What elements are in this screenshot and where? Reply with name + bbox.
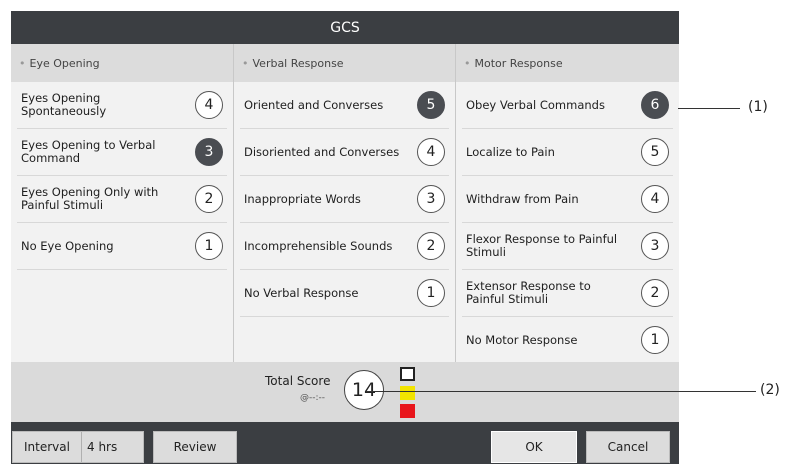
option-label: Withdraw from Pain xyxy=(466,191,579,206)
option-verbal-4[interactable]: Disoriented and Converses 4 xyxy=(240,129,449,176)
column-header-motor-response: • Motor Response xyxy=(456,44,679,82)
score-badge: 4 xyxy=(641,185,669,213)
total-score-panel: Total Score @--:-- 14 xyxy=(11,362,679,422)
column-header-label: Motor Response xyxy=(474,56,563,70)
option-motor-5[interactable]: Localize to Pain 5 xyxy=(462,129,673,176)
score-badge: 2 xyxy=(641,279,669,307)
option-label: Oriented and Converses xyxy=(244,97,384,112)
option-verbal-1[interactable]: No Verbal Response 1 xyxy=(240,270,449,317)
option-label: Flexor Response to Painful Stimuli xyxy=(466,232,618,259)
option-motor-1[interactable]: No Motor Response 1 xyxy=(462,317,673,364)
option-motor-2[interactable]: Extensor Response to Painful Stimuli 2 xyxy=(462,270,673,317)
option-label: Disoriented and Converses xyxy=(244,144,400,159)
callout-line-1 xyxy=(678,108,740,109)
total-score-time: @--:-- xyxy=(300,393,326,403)
score-badge: 2 xyxy=(195,185,223,213)
option-verbal-3[interactable]: Inappropriate Words 3 xyxy=(240,176,449,223)
score-badge-selected: 6 xyxy=(641,91,669,119)
eye-opening-column: • Eye Opening Eyes Opening Spontaneously… xyxy=(11,44,234,372)
option-label: Eyes Opening to Verbal Command xyxy=(21,138,156,165)
score-badge: 1 xyxy=(417,279,445,307)
button-bar: Interval 4 hrs Review OK Cancel xyxy=(11,422,679,464)
score-badge: 1 xyxy=(641,326,669,354)
option-eye-4[interactable]: Eyes Opening Spontaneously 4 xyxy=(17,82,227,129)
option-eye-1[interactable]: No Eye Opening 1 xyxy=(17,223,227,270)
level-indicator-red xyxy=(400,404,415,418)
column-header-label: Eye Opening xyxy=(29,56,100,70)
column-header-eye-opening: • Eye Opening xyxy=(11,44,233,82)
score-badge: 1 xyxy=(195,232,223,260)
option-label: Extensor Response to Painful Stimuli xyxy=(466,279,591,306)
score-badge: 3 xyxy=(417,185,445,213)
score-badge: 2 xyxy=(417,232,445,260)
gcs-dialog: GCS • Eye Opening Eyes Opening Spontaneo… xyxy=(11,11,679,464)
option-motor-6[interactable]: Obey Verbal Commands 6 xyxy=(462,82,673,129)
score-badge-selected: 5 xyxy=(417,91,445,119)
option-label: Localize to Pain xyxy=(466,144,555,159)
callout-label-2: (2) xyxy=(760,382,780,398)
option-label: Eyes Opening Only with Painful Stimuli xyxy=(21,185,159,212)
column-header-verbal-response: • Verbal Response xyxy=(234,44,455,82)
option-motor-3[interactable]: Flexor Response to Painful Stimuli 3 xyxy=(462,223,673,270)
score-badge: 5 xyxy=(641,138,669,166)
level-indicator-yellow xyxy=(400,386,415,400)
review-button[interactable]: Review xyxy=(153,431,237,463)
bullet-icon: • xyxy=(19,56,26,70)
score-badge: 4 xyxy=(417,138,445,166)
dialog-title: GCS xyxy=(11,11,679,44)
interval-label: Interval xyxy=(13,432,82,462)
motor-response-column: • Motor Response Obey Verbal Commands 6 … xyxy=(456,44,679,372)
option-verbal-5[interactable]: Oriented and Converses 5 xyxy=(240,82,449,129)
column-header-label: Verbal Response xyxy=(252,56,344,70)
callout-label-1: (1) xyxy=(748,99,768,115)
score-badge: 3 xyxy=(641,232,669,260)
option-label: No Eye Opening xyxy=(21,238,114,253)
total-score-value: 14 xyxy=(344,370,384,410)
option-label: Inappropriate Words xyxy=(244,191,361,206)
option-label: No Motor Response xyxy=(466,332,578,347)
option-label: Eyes Opening Spontaneously xyxy=(21,91,107,118)
option-verbal-2[interactable]: Incomprehensible Sounds 2 xyxy=(240,223,449,270)
ok-button[interactable]: OK xyxy=(491,431,577,463)
bullet-icon: • xyxy=(242,56,249,70)
total-score-label: Total Score xyxy=(265,374,331,388)
option-motor-4[interactable]: Withdraw from Pain 4 xyxy=(462,176,673,223)
option-label: Incomprehensible Sounds xyxy=(244,238,393,253)
verbal-response-column: • Verbal Response Oriented and Converses… xyxy=(234,44,456,372)
bullet-icon: • xyxy=(464,56,471,70)
score-badge-selected: 3 xyxy=(195,138,223,166)
interval-button[interactable]: Interval 4 hrs xyxy=(12,431,144,463)
option-eye-2[interactable]: Eyes Opening Only with Painful Stimuli 2 xyxy=(17,176,227,223)
option-label: No Verbal Response xyxy=(244,285,359,300)
level-indicator-white xyxy=(400,367,415,381)
callout-line-2 xyxy=(366,391,756,392)
option-eye-3[interactable]: Eyes Opening to Verbal Command 3 xyxy=(17,129,227,176)
interval-value: 4 hrs xyxy=(87,440,118,454)
score-badge: 4 xyxy=(195,91,223,119)
option-label: Obey Verbal Commands xyxy=(466,97,605,112)
cancel-button[interactable]: Cancel xyxy=(586,431,670,463)
